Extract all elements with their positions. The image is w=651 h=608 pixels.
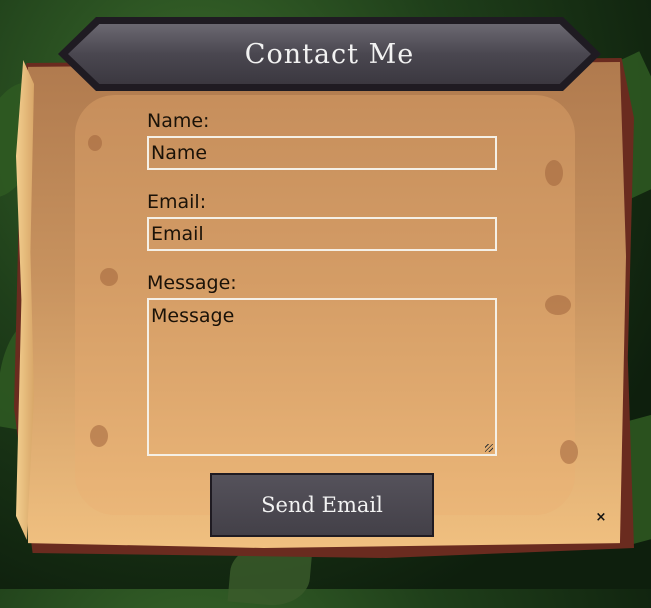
decorative-stone xyxy=(545,295,571,315)
decorative-stone xyxy=(545,160,563,186)
name-input[interactable]: Name xyxy=(147,136,497,170)
resize-handle-icon[interactable] xyxy=(485,444,493,452)
decorative-stone xyxy=(90,425,108,447)
name-label: Name: xyxy=(147,110,210,132)
decorative-stone xyxy=(100,268,118,286)
email-label: Email: xyxy=(147,191,207,213)
message-label: Message: xyxy=(147,272,237,294)
close-icon[interactable]: × xyxy=(594,510,608,528)
page-title: Contact Me xyxy=(244,38,415,70)
message-textarea[interactable]: Message xyxy=(147,298,497,456)
email-input[interactable]: Email xyxy=(147,217,497,251)
send-email-button[interactable]: Send Email xyxy=(210,473,434,537)
decorative-stone xyxy=(560,440,578,464)
message-placeholder: Message xyxy=(151,305,235,327)
decorative-stone xyxy=(88,135,102,151)
